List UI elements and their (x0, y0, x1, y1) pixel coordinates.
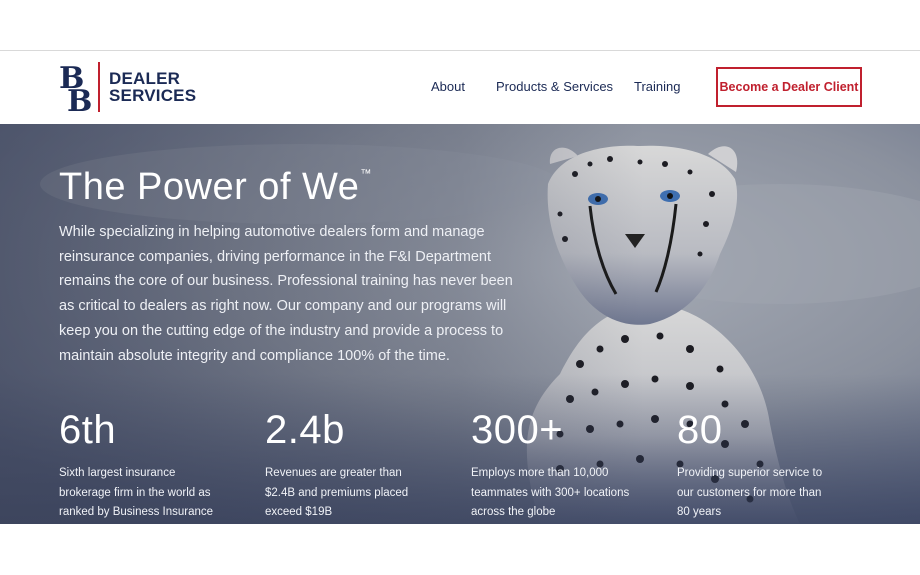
stat-description: Revenues are greater than $2.4B and prem… (265, 467, 409, 518)
hero-title-text: The Power of We (59, 166, 360, 208)
logo-text: DEALER SERVICES (109, 70, 196, 104)
stat-value: 80 (677, 408, 723, 452)
stat-description: Providing superior service to our custom… (677, 467, 823, 518)
stat-value: 2.4b (265, 408, 345, 452)
page-bottom-area (0, 524, 920, 575)
hero-title: The Power of We™ (59, 166, 372, 209)
logo-line-1: DEALER (109, 69, 181, 88)
browser-top-area (0, 0, 920, 51)
site-header: B B DEALER SERVICES About Products & Ser… (0, 51, 920, 124)
stat-employees: 300+ Employs more than 10,000 teammates … (471, 408, 631, 523)
stat-description: Sixth largest insurance brokerage firm i… (59, 467, 214, 518)
logo-divider (98, 62, 100, 112)
stat-years: 80 Providing superior service to our cus… (677, 408, 837, 523)
stat-description: Employs more than 10,000 teammates with … (471, 467, 630, 518)
nav-about[interactable]: About (431, 79, 465, 94)
logo-line-2: SERVICES (109, 86, 197, 105)
stat-value: 6th (59, 408, 117, 452)
stat-ranking: 6th Sixth largest insurance brokerage fi… (59, 408, 229, 523)
hero-description: While specializing in helping automotive… (59, 224, 513, 364)
stat-revenue: 2.4b Revenues are greater than $2.4B and… (265, 408, 425, 523)
bb-monogram-icon: B B (59, 61, 92, 113)
nav-products-services[interactable]: Products & Services (496, 79, 613, 94)
hero-section: The Power of We™ While specializing in h… (0, 124, 920, 524)
nav-training[interactable]: Training (634, 79, 680, 94)
become-dealer-client-button[interactable]: Become a Dealer Client (716, 67, 862, 107)
trademark-mark: ™ (360, 168, 372, 180)
logo[interactable]: B B DEALER SERVICES (58, 61, 196, 113)
stat-value: 300+ (471, 408, 564, 452)
svg-text:B: B (67, 84, 92, 113)
